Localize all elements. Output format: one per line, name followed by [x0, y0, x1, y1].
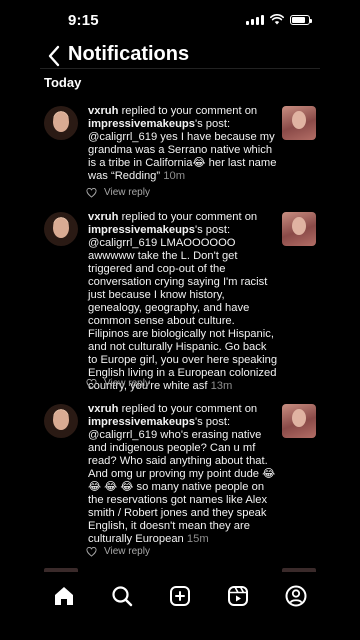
notification-time: 15m	[186, 533, 209, 545]
search-icon[interactable]	[110, 584, 134, 608]
view-reply-row[interactable]: View reply	[86, 378, 150, 389]
view-reply-link[interactable]: View reply	[104, 546, 150, 557]
notification-item[interactable]: vxruh replied to your comment on impress…	[44, 211, 320, 393]
bottom-nav	[0, 572, 360, 620]
notification-action: replied to your comment on	[118, 211, 258, 223]
view-reply-row[interactable]: View reply	[86, 546, 150, 557]
view-reply-link[interactable]: View reply	[104, 187, 150, 198]
notification-username[interactable]: vxruh	[88, 403, 118, 415]
notification-text: vxruh replied to your comment on impress…	[88, 403, 278, 546]
status-time: 9:15	[68, 12, 99, 29]
notification-target-account[interactable]: impressivemakeups	[88, 224, 195, 236]
create-icon[interactable]	[168, 584, 192, 608]
battery-icon	[290, 14, 312, 25]
heart-icon[interactable]	[86, 378, 97, 389]
section-label-today: Today	[44, 75, 82, 90]
notification-time: 13m	[210, 380, 233, 392]
avatar[interactable]	[44, 106, 78, 140]
notification-item[interactable]: vxruh replied to your comment on impress…	[44, 105, 320, 198]
header-divider	[40, 68, 320, 69]
status-bar: 9:15	[0, 0, 360, 40]
notification-target-account[interactable]: impressivemakeups	[88, 118, 195, 130]
avatar[interactable]	[44, 404, 78, 438]
reels-icon[interactable]	[226, 584, 250, 608]
profile-icon[interactable]	[284, 584, 308, 608]
wifi-icon	[270, 14, 284, 25]
notification-time: 10m	[163, 170, 186, 182]
post-thumbnail[interactable]	[282, 404, 316, 438]
heart-icon[interactable]	[86, 546, 97, 557]
back-arrow-icon[interactable]	[44, 42, 64, 70]
notification-username[interactable]: vxruh	[88, 105, 118, 117]
notification-message: 's post: @caligrrl_619 LMAOOOOOO awwwww …	[88, 224, 278, 392]
notification-action: replied to your comment on	[118, 403, 258, 415]
notification-message: 's post: @caligrrl_619 who's erasing nat…	[88, 416, 276, 545]
home-icon[interactable]	[52, 584, 76, 608]
notification-item[interactable]: vxruh replied to your comment on impress…	[44, 403, 320, 564]
notification-username[interactable]: vxruh	[88, 211, 118, 223]
notification-text: vxruh replied to your comment on impress…	[88, 105, 278, 183]
status-icons	[246, 14, 312, 25]
avatar[interactable]	[44, 212, 78, 246]
view-reply-row[interactable]: View reply	[86, 187, 150, 198]
view-reply-link[interactable]: View reply	[104, 378, 150, 389]
notification-text: vxruh replied to your comment on impress…	[88, 211, 278, 393]
post-thumbnail[interactable]	[282, 106, 316, 140]
cellular-signal-icon	[246, 14, 264, 25]
notification-target-account[interactable]: impressivemakeups	[88, 416, 195, 428]
post-thumbnail[interactable]	[282, 212, 316, 246]
page-title: Notifications	[68, 43, 190, 65]
heart-icon[interactable]	[86, 187, 97, 198]
notification-action: replied to your comment on	[118, 105, 258, 117]
notifications-screen: 9:15 Notifications Today vxruh replied t	[0, 0, 360, 640]
